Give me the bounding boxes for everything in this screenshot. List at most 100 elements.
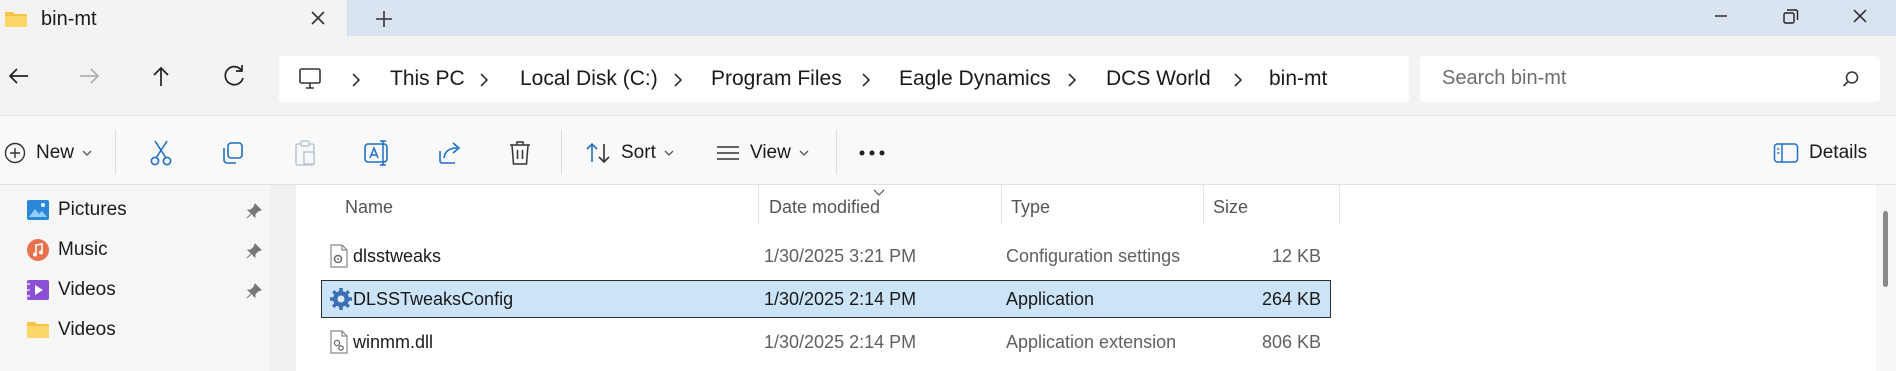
breadcrumb-dcs-world[interactable]: DCS World bbox=[1106, 67, 1211, 91]
details-pane-button[interactable]: Details bbox=[1773, 138, 1867, 168]
scrollbar-thumb[interactable] bbox=[1883, 211, 1888, 287]
folder-icon bbox=[4, 10, 28, 33]
copy-icon bbox=[223, 142, 243, 164]
view-button[interactable]: View bbox=[716, 138, 809, 168]
column-header-name[interactable]: Name bbox=[345, 197, 393, 218]
file-size: 264 KB bbox=[1261, 289, 1321, 309]
column-header-date-modified[interactable]: Date modified bbox=[769, 197, 880, 218]
table-row[interactable]: winmm.dll 1/30/2025 2:14 PM Application … bbox=[321, 323, 1331, 361]
back-arrow-icon[interactable] bbox=[2, 60, 34, 92]
table-row-selected[interactable]: DLSSTweaksConfig 1/30/2025 2:14 PM Appli… bbox=[321, 280, 1331, 318]
vertical-scrollbar[interactable] bbox=[1876, 185, 1896, 371]
sort-button[interactable]: Sort bbox=[585, 138, 674, 168]
forward-arrow-icon[interactable] bbox=[74, 60, 106, 92]
sidebar-item-label: Music bbox=[58, 239, 108, 260]
file-name: dlsstweaks bbox=[353, 246, 442, 266]
file-date: 1/30/2025 3:21 PM bbox=[764, 246, 917, 266]
file-date: 1/30/2025 2:14 PM bbox=[764, 332, 917, 352]
table-row[interactable]: dlsstweaks 1/30/2025 3:21 PM Configurati… bbox=[321, 237, 1331, 275]
paste-button[interactable] bbox=[292, 138, 318, 168]
address-bar[interactable]: This PC Local Disk (C:) Program Files Ea… bbox=[279, 56, 1409, 102]
toolbar-divider bbox=[115, 130, 116, 174]
file-type: Application bbox=[1006, 289, 1095, 309]
view-label: View bbox=[750, 142, 791, 163]
column-divider[interactable] bbox=[758, 185, 759, 225]
sort-arrows-icon bbox=[586, 142, 610, 164]
sidebar-item-music[interactable]: Music bbox=[26, 235, 108, 265]
pane-splitter[interactable] bbox=[270, 185, 296, 371]
file-list: Name Date modified Type Size dlsstweaks … bbox=[296, 185, 1876, 371]
rename-button[interactable] bbox=[363, 138, 391, 168]
new-tab-icon[interactable] bbox=[370, 5, 398, 33]
file-type: Configuration settings bbox=[1006, 246, 1181, 266]
view-lines-icon bbox=[717, 146, 739, 160]
pictures-icon bbox=[27, 200, 49, 220]
file-size: 12 KB bbox=[1271, 246, 1321, 266]
chevron-down-icon bbox=[664, 150, 674, 156]
file-name: DLSSTweaksConfig bbox=[353, 289, 514, 309]
chevron-right-icon[interactable] bbox=[349, 71, 363, 89]
search-icon bbox=[1842, 70, 1860, 93]
sidebar-item-videos-folder[interactable]: Videos bbox=[26, 315, 116, 345]
rename-icon bbox=[364, 140, 388, 166]
chevron-right-icon[interactable] bbox=[477, 71, 491, 89]
chevron-down-icon bbox=[82, 150, 92, 156]
column-divider[interactable] bbox=[1339, 185, 1340, 225]
copy-button[interactable] bbox=[220, 138, 246, 168]
toolbar-divider bbox=[836, 130, 837, 174]
breadcrumb-eagle-dynamics[interactable]: Eagle Dynamics bbox=[899, 67, 1051, 91]
search-input[interactable]: Search bin-mt bbox=[1420, 56, 1880, 102]
file-name: winmm.dll bbox=[353, 332, 434, 352]
minimize-icon[interactable] bbox=[1706, 2, 1736, 32]
music-icon bbox=[27, 239, 49, 261]
details-label: Details bbox=[1809, 142, 1868, 163]
share-button[interactable] bbox=[435, 138, 463, 168]
sidebar-item-label: Videos bbox=[58, 319, 116, 340]
see-more-button[interactable] bbox=[858, 138, 886, 168]
delete-button[interactable] bbox=[507, 138, 533, 168]
restore-icon[interactable] bbox=[1775, 2, 1805, 32]
sidebar-item-label: Videos bbox=[58, 279, 116, 300]
tab-title: bin-mt bbox=[41, 8, 97, 30]
new-button[interactable]: New bbox=[4, 138, 92, 168]
cut-button[interactable] bbox=[148, 138, 174, 168]
breadcrumb-bin-mt[interactable]: bin-mt bbox=[1269, 67, 1327, 91]
title-bar: bin-mt bbox=[0, 0, 1896, 36]
folder-icon bbox=[27, 322, 49, 338]
new-plus-icon bbox=[4, 142, 26, 164]
sort-label: Sort bbox=[621, 142, 656, 163]
tab-bin-mt[interactable]: bin-mt bbox=[0, 0, 348, 36]
more-dots-icon bbox=[859, 150, 885, 156]
column-divider[interactable] bbox=[1203, 185, 1204, 225]
column-header-size[interactable]: Size bbox=[1213, 197, 1248, 218]
trash-icon bbox=[510, 141, 530, 165]
close-tab-icon[interactable] bbox=[305, 5, 331, 31]
application-gear-icon bbox=[329, 287, 353, 316]
chevron-right-icon[interactable] bbox=[1231, 71, 1245, 89]
sidebar-item-pictures[interactable]: Pictures bbox=[26, 195, 127, 225]
navigation-bar: This PC Local Disk (C:) Program Files Ea… bbox=[0, 36, 1896, 115]
computer-icon[interactable] bbox=[297, 66, 323, 97]
chevron-right-icon[interactable] bbox=[671, 71, 685, 89]
breadcrumb-this-pc[interactable]: This PC bbox=[390, 67, 465, 91]
pin-icon[interactable] bbox=[246, 243, 262, 264]
scissors-icon bbox=[150, 140, 172, 166]
chevron-right-icon[interactable] bbox=[1065, 71, 1079, 89]
sidebar-item-videos[interactable]: Videos bbox=[26, 275, 116, 305]
close-window-icon[interactable] bbox=[1845, 2, 1875, 32]
up-arrow-icon[interactable] bbox=[145, 60, 177, 92]
pin-icon[interactable] bbox=[246, 203, 262, 224]
pin-icon[interactable] bbox=[246, 283, 262, 304]
file-date: 1/30/2025 2:14 PM bbox=[764, 289, 917, 309]
command-bar: New Sort View Details bbox=[0, 115, 1896, 185]
file-size: 806 KB bbox=[1261, 332, 1321, 352]
breadcrumb-local-disk[interactable]: Local Disk (C:) bbox=[520, 67, 658, 91]
refresh-icon[interactable] bbox=[218, 60, 250, 92]
column-divider[interactable] bbox=[1001, 185, 1002, 225]
column-header-type[interactable]: Type bbox=[1011, 197, 1050, 218]
breadcrumb-program-files[interactable]: Program Files bbox=[711, 67, 842, 91]
chevron-right-icon[interactable] bbox=[859, 71, 873, 89]
chevron-down-icon bbox=[799, 150, 809, 156]
videos-icon bbox=[27, 280, 49, 300]
search-placeholder: Search bin-mt bbox=[1442, 67, 1567, 89]
